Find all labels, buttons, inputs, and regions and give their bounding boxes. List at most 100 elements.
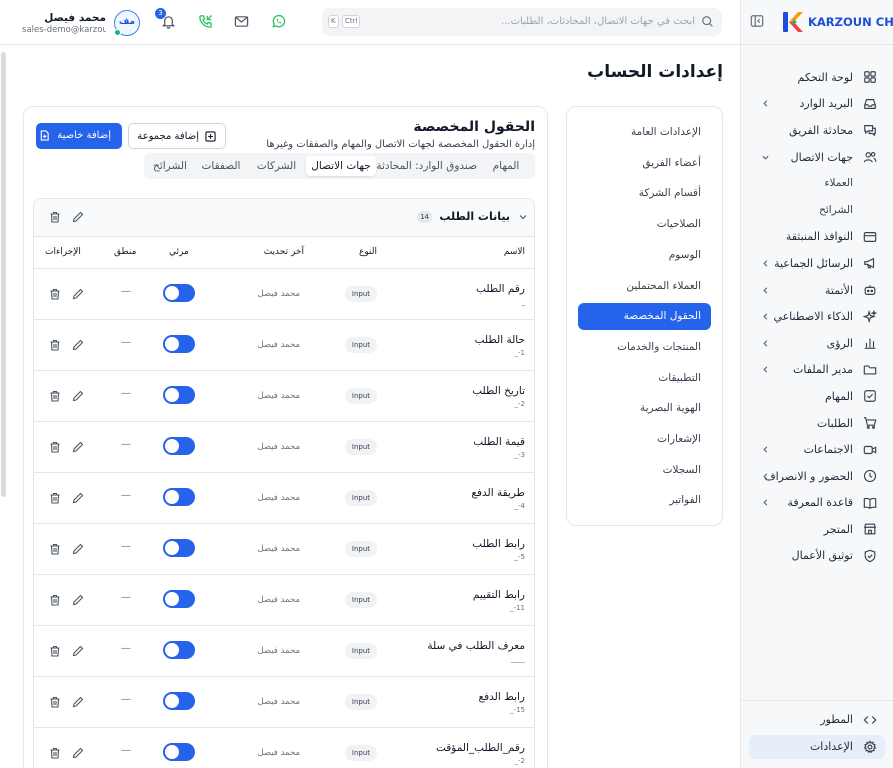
settings-menu-apps[interactable]: التطبيقات	[578, 365, 711, 392]
settings-menu-branding[interactable]: الهوية البصرية	[578, 395, 711, 422]
edit-icon[interactable]	[72, 543, 84, 555]
edit-icon[interactable]	[72, 339, 84, 351]
settings-menu-leads[interactable]: العملاء المحتملين	[578, 273, 711, 300]
edit-icon[interactable]	[72, 645, 84, 657]
delete-group-icon[interactable]	[49, 211, 61, 223]
settings-menu-logs[interactable]: السجلات	[578, 457, 711, 484]
sidebar-item-contacts[interactable]: جهات الاتصال	[741, 144, 893, 171]
add-property-button[interactable]: إضافة خاصية	[36, 123, 122, 149]
tab-inbox-conversation[interactable]: صندوق الوارد: المحادثة	[376, 156, 477, 176]
sidebar-item-meetings[interactable]: الاجتماعات	[741, 436, 893, 463]
sidebar-item-inbox[interactable]: البريد الوارد	[741, 91, 893, 118]
field-name: حالة الطلب	[474, 334, 525, 346]
chevron-left-icon	[761, 365, 770, 374]
inbox-icon	[863, 97, 877, 111]
trash-icon[interactable]	[49, 492, 61, 504]
edit-icon[interactable]	[72, 696, 84, 708]
sidebar-item-attendance[interactable]: الحضور و الانصراف	[741, 463, 893, 490]
logic-value: —	[121, 490, 131, 501]
settings-menu-general[interactable]: الإعدادات العامة	[578, 119, 711, 146]
trash-icon[interactable]	[49, 594, 61, 606]
sidebar-item-label: البريد الوارد	[799, 97, 854, 111]
edit-icon[interactable]	[72, 747, 84, 759]
trash-icon[interactable]	[49, 645, 61, 657]
add-group-button[interactable]: إضافة مجموعة	[128, 123, 226, 149]
edit-icon[interactable]	[72, 492, 84, 504]
sidebar-item-popups[interactable]: النوافذ المنبثقة	[741, 224, 893, 251]
visible-toggle[interactable]	[163, 539, 195, 557]
sidebar-item-business-verification[interactable]: توثيق الأعمال	[741, 543, 893, 570]
column-name: الاسم	[503, 247, 525, 257]
visible-toggle[interactable]	[163, 488, 195, 506]
sidebar-item-customers[interactable]: العملاء	[741, 170, 893, 197]
whatsapp-icon[interactable]	[271, 14, 286, 29]
book-icon	[863, 496, 877, 510]
sidebar-item-settings[interactable]: الإعدادات	[749, 735, 885, 759]
scrollbar[interactable]	[1, 52, 6, 497]
edit-group-icon[interactable]	[72, 211, 84, 223]
visible-toggle[interactable]	[163, 437, 195, 455]
settings-menu-notifications[interactable]: الإشعارات	[578, 426, 711, 453]
sidebar-item-tasks[interactable]: المهام	[741, 383, 893, 410]
settings-menu-departments[interactable]: أقسام الشركة	[578, 180, 711, 207]
edit-icon[interactable]	[72, 390, 84, 402]
trash-icon[interactable]	[49, 696, 61, 708]
visible-toggle[interactable]	[163, 692, 195, 710]
edit-icon[interactable]	[72, 288, 84, 300]
mail-icon[interactable]	[234, 14, 249, 29]
sidebar-item-file-manager[interactable]: مدير الملفات	[741, 357, 893, 384]
field-name: رابط الدفع	[478, 691, 525, 703]
settings-menu-tags[interactable]: الوسوم	[578, 242, 711, 269]
sidebar-item-dashboard[interactable]: لوحة التحكم	[741, 64, 893, 91]
sidebar-item-store[interactable]: المتجر	[741, 516, 893, 543]
sidebar-item-broadcast[interactable]: الرسائل الجماعية	[741, 250, 893, 277]
trash-icon[interactable]	[49, 441, 61, 453]
chevron-down-icon[interactable]	[518, 212, 528, 222]
sidebar-item-label: النوافذ المنبثقة	[785, 230, 853, 244]
phone-incoming-icon[interactable]	[198, 14, 213, 29]
visible-toggle[interactable]	[163, 284, 195, 302]
edit-icon[interactable]	[72, 594, 84, 606]
tab-segments[interactable]: الشرائح	[148, 156, 192, 176]
folder-icon	[863, 363, 877, 377]
sidebar-item-insights[interactable]: الرؤى	[741, 330, 893, 357]
sidebar-item-automation[interactable]: الأتمتة	[741, 277, 893, 304]
search-input[interactable]: ابحث في جهات الاتصال، المحادثات، الطلبات…	[322, 8, 722, 36]
edit-icon[interactable]	[72, 441, 84, 453]
sidebar-item-team-chat[interactable]: محادثة الفريق	[741, 117, 893, 144]
tab-companies[interactable]: الشركات	[250, 156, 303, 176]
user-name-text: محمد فيصل	[44, 12, 106, 24]
tab-contacts[interactable]: جهات الاتصال	[306, 156, 376, 176]
sidebar-item-knowledge-base[interactable]: قاعدة المعرفة	[741, 490, 893, 517]
sidebar-item-label: الذكاء الاصطناعي	[773, 310, 853, 324]
sidebar-item-orders[interactable]: الطلبات	[741, 410, 893, 437]
visible-toggle[interactable]	[163, 386, 195, 404]
chevron-left-icon	[761, 498, 770, 507]
trash-icon[interactable]	[49, 543, 61, 555]
settings-menu-billing[interactable]: الفواتير	[578, 487, 711, 514]
trash-icon[interactable]	[49, 339, 61, 351]
trash-icon[interactable]	[49, 390, 61, 402]
visible-toggle[interactable]	[163, 590, 195, 608]
visible-toggle[interactable]	[163, 743, 195, 761]
sidebar-item-developer[interactable]: المطور	[749, 708, 885, 732]
tab-deals[interactable]: الصفقات	[195, 156, 247, 176]
settings-menu-permissions[interactable]: الصلاحيات	[578, 211, 711, 238]
field-group-header[interactable]: بيانات الطلب 14	[34, 199, 534, 237]
trash-icon[interactable]	[49, 747, 61, 759]
sidebar-item-label: المطور	[820, 713, 853, 726]
field-type-badge: Input	[345, 643, 377, 659]
tab-tasks[interactable]: المهام	[480, 156, 532, 176]
visible-toggle[interactable]	[163, 335, 195, 353]
settings-menu-team-members[interactable]: أعضاء الفريق	[578, 150, 711, 177]
logic-value: —	[121, 643, 131, 654]
settings-menu-custom-fields[interactable]: الحقول المخصصة	[578, 303, 711, 331]
column-updated: آخر تحديث	[263, 247, 304, 257]
trash-icon[interactable]	[49, 288, 61, 300]
visible-toggle[interactable]	[163, 641, 195, 659]
settings-menu-products[interactable]: المنتجات والخدمات	[578, 334, 711, 361]
sidebar-item-ai[interactable]: الذكاء الاصطناعي	[741, 303, 893, 330]
sidebar-item-segments[interactable]: الشرائح	[741, 197, 893, 224]
section-title: الحقول المخصصة	[413, 119, 535, 135]
sidebar-collapse-icon[interactable]	[750, 14, 764, 28]
